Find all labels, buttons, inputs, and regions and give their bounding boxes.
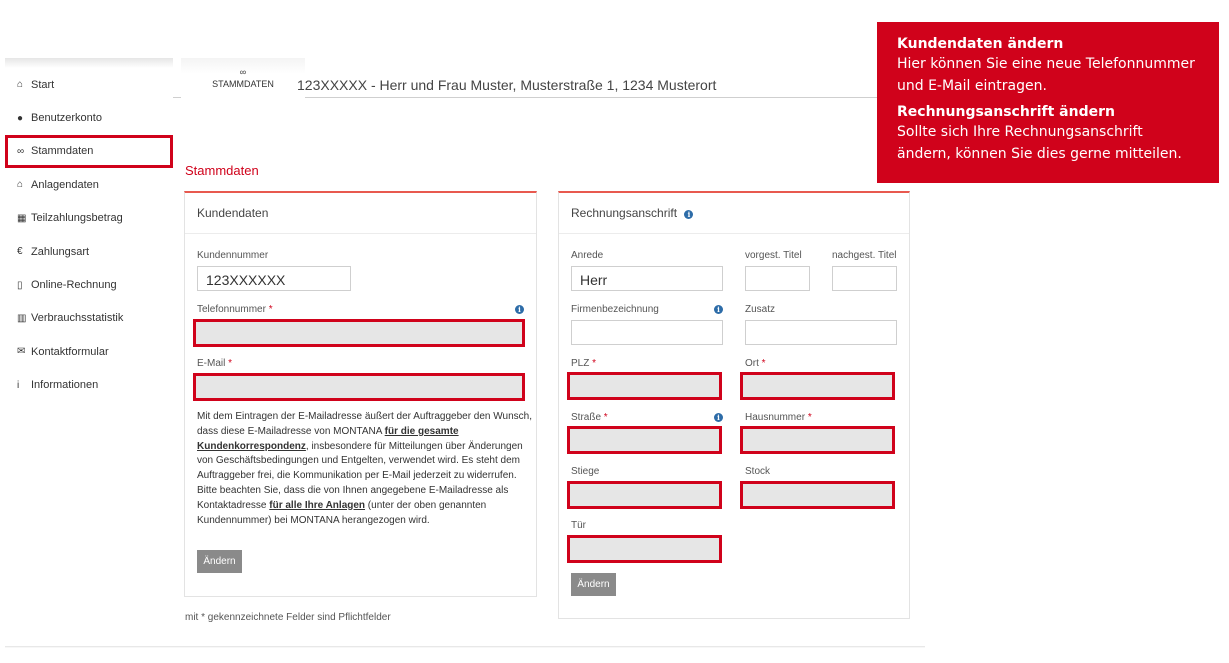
ort-label: Ort * [745, 358, 766, 369]
zusatz-input[interactable] [745, 320, 897, 345]
sidebar-item-label: Start [31, 78, 55, 91]
rechnungsanschrift-title: Rechnungsanschrift i [559, 193, 909, 234]
sidebar-item-benutzerkonto[interactable]: ● Benutzerkonto [5, 101, 173, 134]
kundendaten-save-button[interactable]: Ändern [197, 550, 242, 573]
sidebar-item-anlagendaten[interactable]: ⌂ Anlagendaten [5, 168, 173, 201]
sidebar-item-label: Stammdaten [31, 145, 94, 158]
kundennummer-field: 123XXXXXX [197, 266, 351, 291]
sidebar-item-verbrauchsstatistik[interactable]: ▥ Verbrauchsstatistik [5, 302, 173, 335]
callout-body-kundendaten: Hier können Sie eine neue Telefonnummer … [897, 56, 1195, 94]
telefon-input[interactable] [193, 319, 525, 347]
rechnung-save-button[interactable]: Ändern [571, 573, 616, 596]
handshake-icon: ∞ [17, 145, 25, 157]
customer-info: 123XXXXX - Herr und Frau Muster, Musters… [297, 77, 717, 93]
anrede-select[interactable]: Herr [571, 266, 723, 291]
vorgest-titel-label: vorgest. Titel [745, 250, 802, 261]
hausnummer-input[interactable] [740, 426, 895, 454]
home-icon: ⌂ [17, 79, 24, 91]
firma-input[interactable] [571, 320, 723, 345]
email-consent-text: Mit dem Eintragen der E-Mailadresse äuße… [197, 411, 532, 526]
sidebar-item-informationen[interactable]: i Informationen [5, 369, 173, 402]
info-icon: i [17, 379, 20, 391]
firma-label: Firmenbezeichnung [571, 304, 659, 315]
nachgest-titel-input[interactable] [832, 266, 897, 291]
kundendaten-panel: Kundendaten Kundennummer 123XXXXXX Telef… [184, 191, 537, 597]
divider [5, 646, 925, 648]
sidebar-item-label: Online-Rechnung [31, 279, 117, 292]
sidebar-item-label: Kontaktformular [31, 345, 109, 358]
header-bar: ∞ STAMMDATEN 123XXXXX - Herr und Frau Mu… [173, 58, 925, 98]
anrede-label: Anrede [571, 250, 604, 261]
sidebar-item-label: Teilzahlungsbetrag [31, 212, 123, 225]
required-fields-note: mit * gekennzeichnete Felder sind Pflich… [185, 612, 391, 623]
kundendaten-title: Kundendaten [185, 193, 536, 234]
stiege-input[interactable] [567, 481, 722, 509]
sidebar-item-label: Benutzerkonto [31, 112, 102, 125]
email-input[interactable] [193, 373, 525, 401]
nachgest-titel-label: nachgest. Titel [832, 250, 897, 261]
user-icon: ● [17, 112, 24, 124]
sidebar-shadow [5, 58, 173, 68]
sidebar-item-label: Zahlungsart [31, 245, 90, 258]
sidebar-item-zahlungsart[interactable]: € Zahlungsart [5, 235, 173, 268]
sidebar-nav: ⌂ Start ● Benutzerkonto ∞ Stammdaten ⌂ A… [5, 68, 173, 402]
tab-label: STAMMDATEN [212, 79, 274, 89]
sidebar-item-teilzahlungsbetrag[interactable]: ▦ Teilzahlungsbetrag [5, 202, 173, 235]
callout-body-rechnung: Sollte sich Ihre Rechnungsanschrift ände… [897, 124, 1182, 162]
stock-label: Stock [745, 466, 771, 477]
house-icon: ⌂ [17, 179, 24, 191]
bar-chart-icon: ▥ [17, 312, 27, 324]
email-label: E-Mail * [197, 358, 233, 369]
sidebar-item-label: Anlagendaten [31, 178, 99, 191]
plz-input[interactable] [567, 372, 722, 400]
stock-input[interactable] [740, 481, 895, 509]
kundennummer-label: Kundennummer [197, 250, 269, 261]
strasse-input[interactable] [567, 426, 722, 454]
strasse-label: Straße * [571, 412, 608, 423]
info-icon[interactable]: i [714, 305, 723, 314]
sidebar-item-label: Verbrauchsstatistik [31, 312, 124, 325]
info-icon[interactable]: i [515, 305, 524, 314]
plz-label: PLZ * [571, 358, 597, 369]
sidebar-item-start[interactable]: ⌂ Start [5, 68, 173, 101]
tuer-input[interactable] [567, 535, 722, 563]
handshake-icon: ∞ [239, 67, 247, 77]
sidebar-item-kontaktformular[interactable]: ✉ Kontaktformular [5, 335, 173, 368]
zusatz-label: Zusatz [745, 304, 776, 315]
callout-title-kundendaten: Kundendaten ändern [897, 36, 1064, 52]
help-callout: Kundendaten ändern Hier können Sie eine … [877, 22, 1219, 183]
document-icon: ▯ [17, 279, 23, 291]
tuer-label: Tür [571, 520, 586, 531]
sidebar-item-online-rechnung[interactable]: ▯ Online-Rechnung [5, 268, 173, 301]
euro-icon: € [17, 246, 23, 258]
page-title: Stammdaten [185, 163, 259, 178]
envelope-icon: ✉ [17, 346, 26, 358]
vorgest-titel-input[interactable] [745, 266, 810, 291]
info-icon[interactable]: i [714, 413, 723, 422]
sidebar-item-label: Informationen [31, 379, 99, 392]
stiege-label: Stiege [571, 466, 600, 477]
tab-stammdaten[interactable]: ∞ STAMMDATEN [181, 58, 305, 98]
calculator-icon: ▦ [17, 212, 27, 224]
info-icon[interactable]: i [684, 210, 694, 219]
ort-input[interactable] [740, 372, 895, 400]
callout-title-rechnung: Rechnungsanschrift ändern [897, 104, 1115, 120]
telefon-label: Telefonnummer * [197, 304, 273, 315]
hausnummer-label: Hausnummer * [745, 412, 812, 423]
rechnungsanschrift-panel: Rechnungsanschrift i Anrede Herr vorgest… [558, 191, 910, 619]
sidebar-item-stammdaten[interactable]: ∞ Stammdaten [5, 134, 173, 169]
